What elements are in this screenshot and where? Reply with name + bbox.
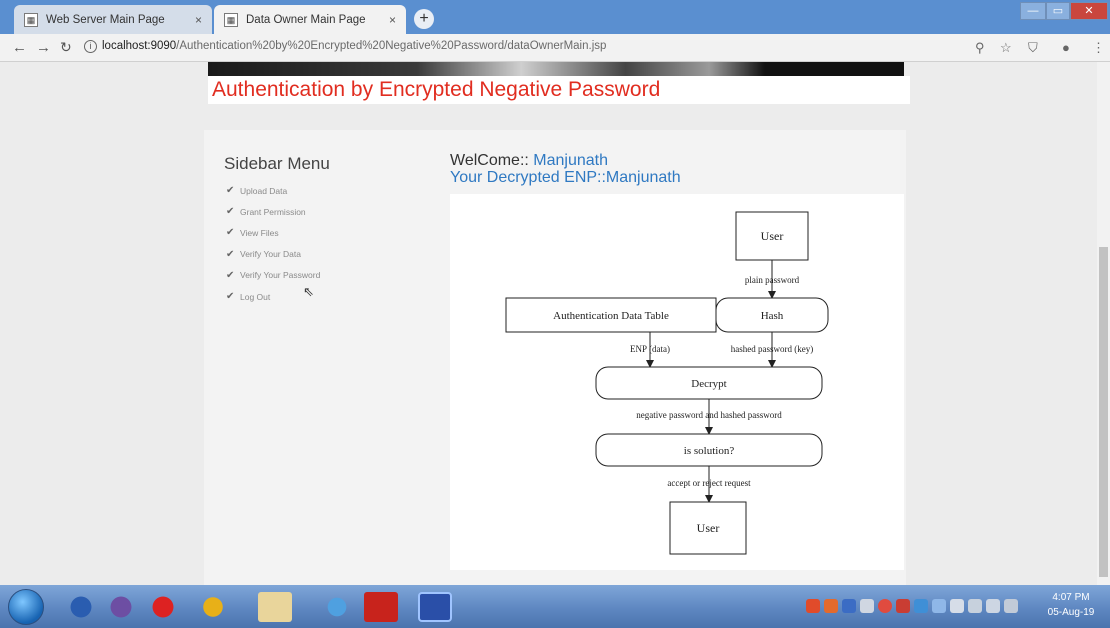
auth-table-label: Authentication Data Table [553,310,669,322]
address-bar[interactable]: localhost:9090/Authentication%20by%20Enc… [102,40,606,52]
tray-app-icon[interactable] [914,599,928,613]
sidebar-item-grant-permission[interactable]: ✔ Grant Permission [226,201,320,222]
eclipse-icon[interactable] [104,592,138,622]
windows-taskbar: 4:07 PM 05-Aug-19 [0,585,1110,628]
windows-start-icon[interactable] [8,589,44,625]
file-explorer-icon[interactable] [258,592,292,622]
profile-avatar-icon[interactable]: ● [1062,40,1070,55]
page-viewport: Authentication by Encrypted Negative Pas… [0,62,1110,585]
neg-hashed-label: negative password and hashed password [636,410,782,420]
scrollbar-thumb[interactable] [1099,247,1108,577]
enp-data-label: ENP (data) [630,344,670,354]
browser-tab-strip: ▦ Web Server Main Page × ▦ Data Owner Ma… [0,0,1110,34]
bookmark-star-icon[interactable]: ☆ [1000,40,1012,56]
accept-reject-label: accept or reject request [667,478,751,488]
sidebar-item-label: Grant Permission [240,206,306,217]
tab-data-owner-main[interactable]: ▦ Data Owner Main Page × [214,5,406,34]
checkmark-icon: ✔ [226,291,235,303]
checkmark-icon: ✔ [226,185,235,197]
new-tab-button[interactable]: + [414,9,434,29]
url-path: /Authentication%20by%20Encrypted%20Negat… [176,40,607,52]
sidebar-item-label: Log Out [240,291,271,302]
sidebar-item-verify-password[interactable]: ✔ Verify Your Password [226,265,320,286]
tray-app-icon[interactable] [806,599,820,613]
hash-label: Hash [761,310,784,322]
zoom-icon[interactable]: ⚲ [975,40,985,56]
tab-web-server-main[interactable]: ▦ Web Server Main Page × [14,5,212,34]
tab-close-icon[interactable]: × [389,13,396,27]
close-window-button[interactable]: ✕ [1070,2,1108,20]
tray-flag-icon[interactable] [1004,599,1018,613]
tray-app-icon[interactable] [896,599,910,613]
reload-icon[interactable]: ↻ [60,39,72,56]
ie-globe-icon[interactable] [64,592,98,622]
clock-date: 05-Aug-19 [1047,607,1095,618]
sidebar-title: Sidebar Menu [224,154,330,173]
vertical-scrollbar[interactable] [1097,62,1110,585]
tab-title: Data Owner Main Page [246,13,366,26]
taskbar-clock[interactable]: 4:07 PM 05-Aug-19 [1040,590,1102,620]
hashed-key-label: hashed password (key) [731,344,813,354]
tray-app-icon[interactable] [860,599,874,613]
extension-shield-icon[interactable]: ⛉ [1028,40,1038,56]
sidebar-item-label: Verify Your Data [240,249,301,260]
welcome-prefix: WelCome:: [450,152,529,169]
acrobat-icon[interactable] [364,592,398,622]
checkmark-icon: ✔ [226,227,235,239]
tray-app-icon[interactable] [968,599,982,613]
chrome-icon[interactable] [196,592,230,622]
back-arrow-icon[interactable]: ← [12,39,27,56]
tray-volume-icon[interactable] [950,599,964,613]
info-icon[interactable]: i [84,40,97,53]
page-favicon-icon: ▦ [224,12,238,27]
tray-speaker-icon[interactable] [986,599,1000,613]
clock-time: 4:07 PM [1052,592,1090,603]
decrypted-enp-message: Your Decrypted ENP::Manjunath [450,169,681,186]
user-top-label: User [761,229,784,243]
header-banner: Authentication by Encrypted Negative Pas… [208,76,910,104]
terminal-window-icon[interactable] [418,592,452,622]
user-bottom-label: User [697,521,720,535]
maximize-button[interactable]: ▭ [1046,2,1070,20]
authentication-flow-diagram: User plain password Authentication Data … [450,194,904,570]
tray-app-icon[interactable] [824,599,838,613]
sidebar-item-label: Upload Data [240,185,288,196]
mouse-pointer-icon: ⇖ [303,284,314,299]
sidebar-item-upload-data[interactable]: ✔ Upload Data [226,180,320,201]
tray-app-icon[interactable] [878,599,892,613]
menu-kebab-icon[interactable]: ⋮ [1092,40,1105,56]
browser-toolbar: ← → ↻ i localhost:9090/Authentication%20… [0,34,1110,62]
sidebar-item-label: Verify Your Password [240,270,321,281]
welcome-message: WelCome:: Manjunath [450,152,608,169]
tray-network-icon[interactable] [932,599,946,613]
minimize-button[interactable]: — [1020,2,1046,20]
decrypt-label: Decrypt [691,378,726,390]
system-tray [806,599,1018,615]
opera-icon[interactable] [146,592,180,622]
tab-close-icon[interactable]: × [195,13,202,27]
page-favicon-icon: ▦ [24,12,38,27]
url-host: localhost:9090 [102,40,177,52]
checkmark-icon: ✔ [226,269,235,281]
header-banner-image [208,62,904,76]
sidebar-item-label: View Files [240,227,279,238]
sidebar-item-view-files[interactable]: ✔ View Files [226,222,320,243]
solution-label: is solution? [684,445,735,457]
checkmark-icon: ✔ [226,248,235,260]
tab-title: Web Server Main Page [46,13,165,26]
site-title: Authentication by Encrypted Negative Pas… [212,78,661,101]
content-panel: Sidebar Menu ✔ Upload Data ✔ Grant Permiss… [204,130,906,585]
sidebar-item-verify-data[interactable]: ✔ Verify Your Data [226,244,320,265]
paint-icon[interactable] [320,592,354,622]
welcome-username: Manjunath [533,152,609,169]
plain-password-label: plain password [745,275,800,285]
checkmark-icon: ✔ [226,206,235,218]
tray-app-icon[interactable] [842,599,856,613]
forward-arrow-icon[interactable]: → [36,39,51,56]
